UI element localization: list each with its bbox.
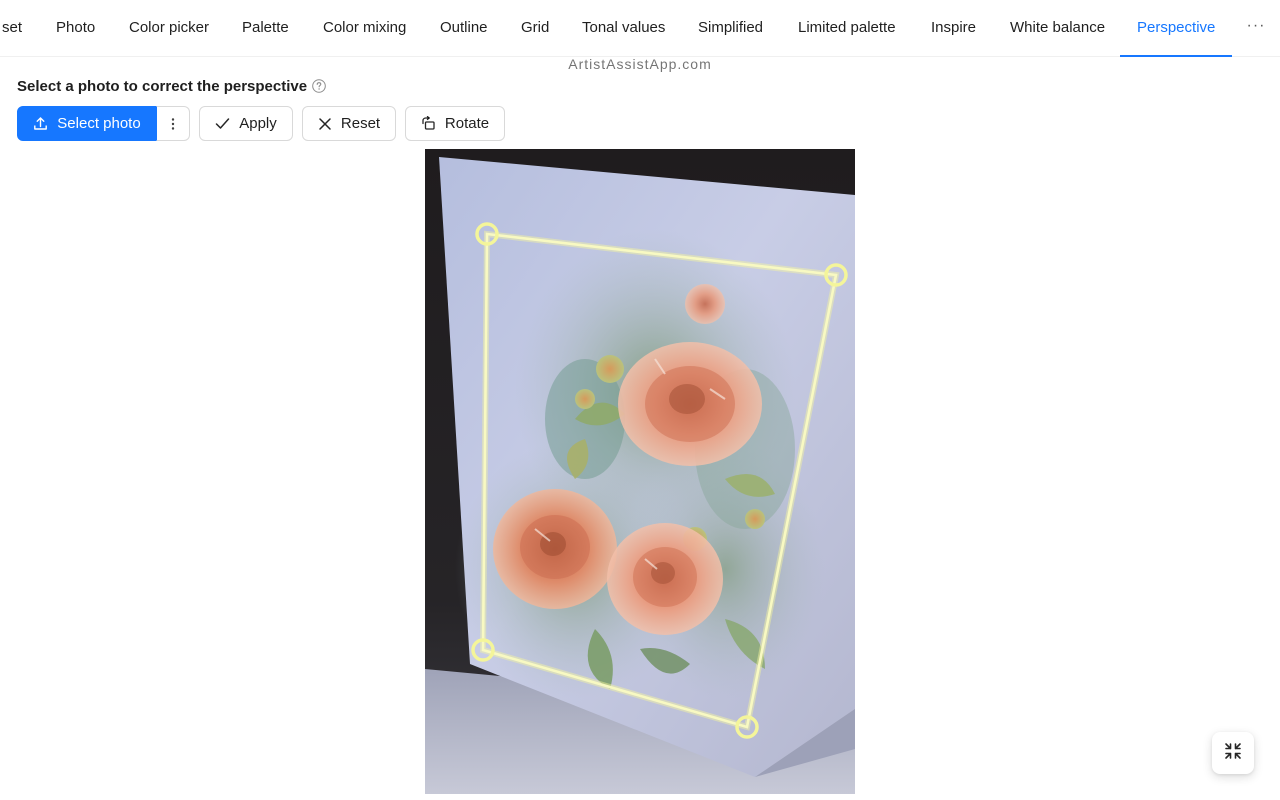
check-icon	[215, 116, 230, 131]
select-photo-label: Select photo	[57, 115, 141, 132]
reset-button[interactable]: Reset	[302, 106, 396, 141]
tab-outline[interactable]: Outline	[440, 0, 488, 57]
tab-inspire[interactable]: Inspire	[931, 0, 976, 57]
tool-tab-bar: set Photo Color picker Palette Color mix…	[0, 0, 1280, 57]
instruction-row: Select a photo to correct the perspectiv…	[17, 76, 326, 96]
photo-svg	[425, 149, 855, 794]
fullscreen-exit-icon	[1224, 742, 1242, 765]
tab-white-balance[interactable]: White balance	[1010, 0, 1105, 57]
tab-simplified[interactable]: Simplified	[698, 0, 763, 57]
rotate-label: Rotate	[444, 115, 490, 132]
upload-icon	[33, 116, 48, 131]
apply-label: Apply	[239, 115, 277, 132]
apply-button[interactable]: Apply	[199, 106, 293, 141]
more-vertical-icon	[171, 117, 175, 131]
more-tabs-button[interactable]: ···	[1232, 0, 1280, 57]
tab-photo[interactable]: Photo	[56, 0, 95, 57]
fullscreen-exit-button[interactable]	[1212, 732, 1254, 774]
instruction-text: Select a photo to correct the perspectiv…	[17, 77, 308, 95]
select-photo-button[interactable]: Select photo	[17, 106, 157, 141]
tab-palette[interactable]: Palette	[242, 0, 289, 57]
tab-limited-palette[interactable]: Limited palette	[798, 0, 896, 57]
select-photo-menu-button[interactable]	[156, 106, 190, 141]
close-icon	[318, 117, 332, 131]
rotate-button[interactable]: Rotate	[405, 106, 505, 141]
tab-preset[interactable]: set	[2, 0, 22, 57]
rotate-left-icon	[421, 116, 436, 131]
perspective-photo-canvas[interactable]	[425, 149, 855, 794]
tab-color-mixing[interactable]: Color mixing	[323, 0, 406, 57]
question-circle-icon[interactable]	[312, 79, 326, 93]
tab-color-picker[interactable]: Color picker	[129, 0, 209, 57]
tab-tonal-values[interactable]: Tonal values	[582, 0, 665, 57]
tab-grid[interactable]: Grid	[521, 0, 549, 57]
tab-perspective[interactable]: Perspective	[1137, 0, 1215, 57]
reset-label: Reset	[340, 115, 381, 132]
app-watermark: ArtistAssistApp.com	[568, 56, 712, 72]
